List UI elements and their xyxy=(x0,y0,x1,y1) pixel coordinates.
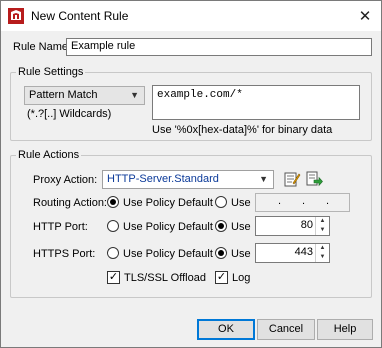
tls-offload-label: TLS/SSL Offload xyxy=(124,272,206,284)
binary-data-hint: Use '%0x[hex-data]%' for binary data xyxy=(152,124,333,136)
routing-use-label: Use xyxy=(231,197,251,209)
spin-arrows-icon[interactable]: ▲ ▼ xyxy=(315,217,329,235)
routing-policy-default-label: Use Policy Default xyxy=(123,197,213,209)
https-policy-default-label: Use Policy Default xyxy=(123,248,213,260)
rule-name-label: Rule Name: xyxy=(13,41,72,53)
title-bar: New Content Rule ✕ xyxy=(1,1,381,31)
http-use-label: Use xyxy=(231,221,251,233)
https-port-label: HTTPS Port: xyxy=(33,248,96,260)
routing-action-label: Routing Action: xyxy=(33,197,107,209)
proxy-action-select[interactable]: HTTP-Server.Standard ▼ xyxy=(102,170,274,189)
routing-use-radio[interactable] xyxy=(215,196,227,208)
ip-dot: . xyxy=(302,195,306,207)
tls-offload-checkbox[interactable]: ✓ xyxy=(107,271,120,284)
http-port-value: 80 xyxy=(300,219,313,231)
match-type-select[interactable]: Pattern Match ▼ xyxy=(24,86,145,105)
ip-dot: . xyxy=(278,195,282,207)
help-button[interactable]: Help xyxy=(317,319,373,340)
wildcards-hint: (*.?[..] Wildcards) xyxy=(27,108,112,120)
rule-actions-title: Rule Actions xyxy=(16,149,82,161)
routing-policy-default-radio[interactable] xyxy=(107,196,119,208)
http-port-spinner[interactable]: 80 ▲ ▼ xyxy=(255,216,330,236)
http-use-radio[interactable] xyxy=(215,220,227,232)
ip-dot: . xyxy=(326,195,330,207)
https-port-value: 443 xyxy=(294,246,313,258)
log-checkbox[interactable]: ✓ xyxy=(215,271,228,284)
pattern-input[interactable]: example.com/* xyxy=(152,85,360,120)
https-use-radio[interactable] xyxy=(215,247,227,259)
http-port-label: HTTP Port: xyxy=(33,221,88,233)
https-policy-default-radio[interactable] xyxy=(107,247,119,259)
https-use-label: Use xyxy=(231,248,251,260)
ok-button[interactable]: OK xyxy=(197,319,255,340)
rule-settings-title: Rule Settings xyxy=(16,66,86,78)
http-policy-default-label: Use Policy Default xyxy=(123,221,213,233)
edit-proxy-icon[interactable] xyxy=(283,170,301,188)
https-port-spinner[interactable]: 443 ▲ ▼ xyxy=(255,243,330,263)
firebox-app-icon xyxy=(8,8,24,24)
log-label: Log xyxy=(232,272,251,284)
chevron-down-icon: ▼ xyxy=(130,90,139,100)
proxy-action-value: HTTP-Server.Standard xyxy=(107,173,219,185)
proxy-action-label: Proxy Action: xyxy=(33,174,98,186)
http-policy-default-radio[interactable] xyxy=(107,220,119,232)
rule-name-input[interactable]: Example rule xyxy=(66,38,372,56)
window-title: New Content Rule xyxy=(31,9,129,23)
spin-arrows-icon[interactable]: ▲ ▼ xyxy=(315,244,329,262)
checkmark-icon: ✓ xyxy=(108,271,119,283)
routing-ip-input[interactable]: . . . xyxy=(255,193,350,212)
new-content-rule-dialog: New Content Rule ✕ Rule Name: Example ru… xyxy=(0,0,382,348)
checkmark-icon: ✓ xyxy=(216,271,227,283)
match-type-value: Pattern Match xyxy=(29,89,98,101)
clone-proxy-icon[interactable] xyxy=(305,170,323,188)
cancel-button[interactable]: Cancel xyxy=(257,319,315,340)
chevron-down-icon: ▼ xyxy=(259,174,268,184)
close-icon[interactable]: ✕ xyxy=(349,1,381,31)
